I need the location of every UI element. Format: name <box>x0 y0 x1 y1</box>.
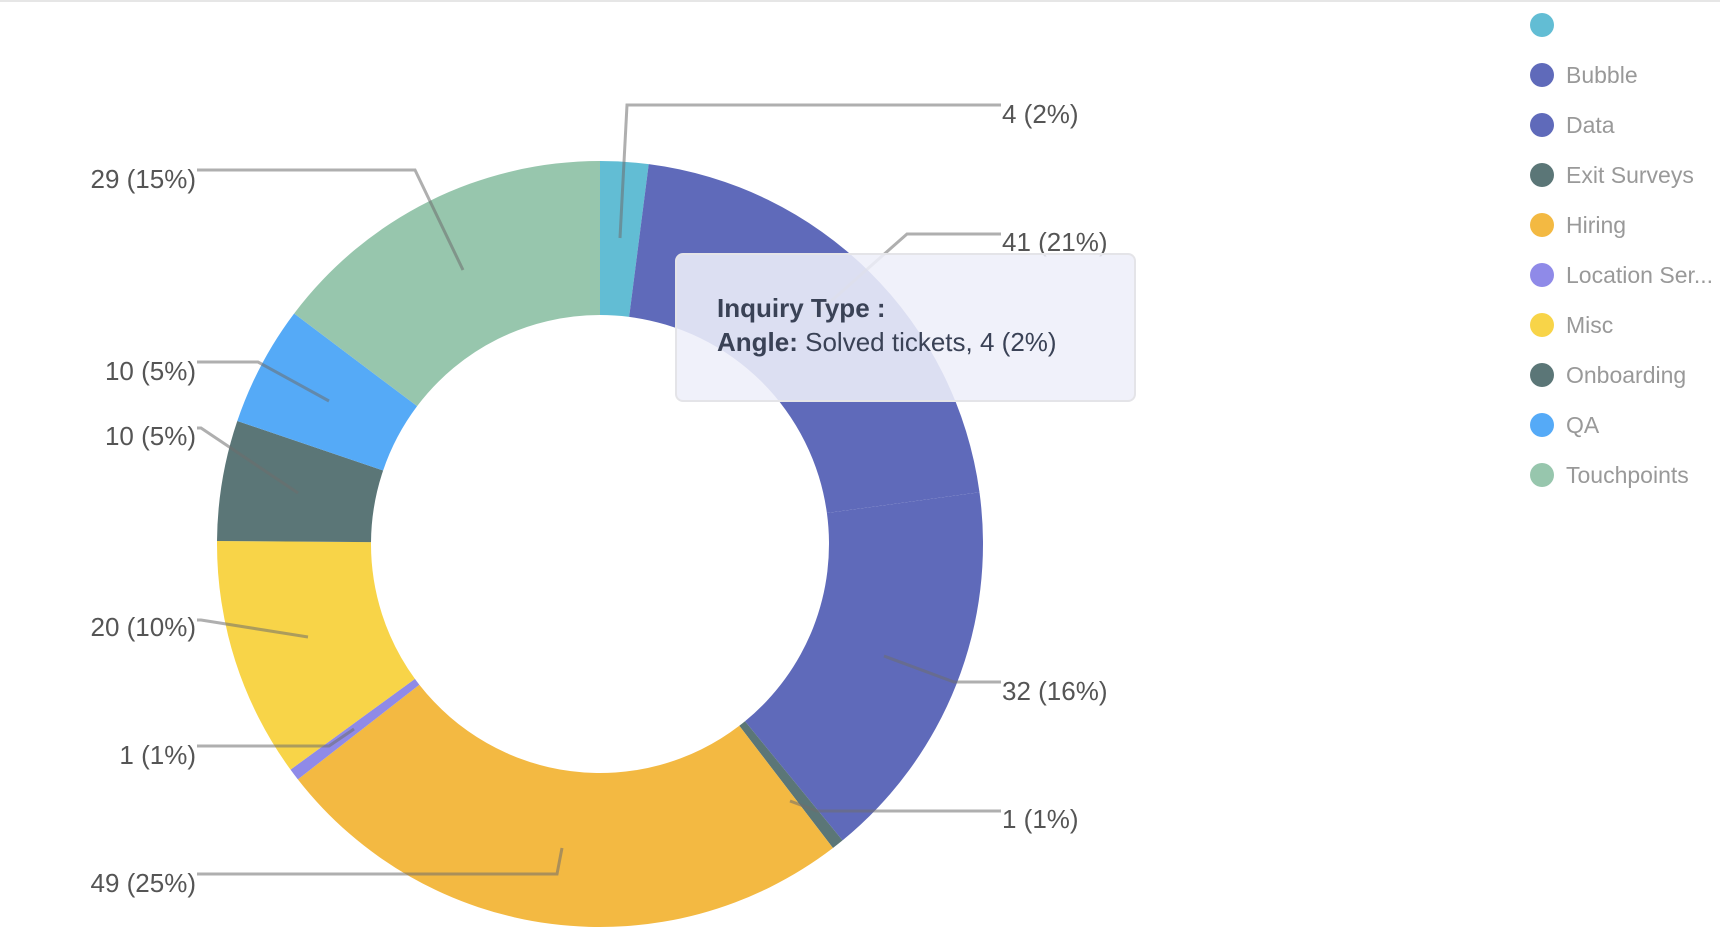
legend-item[interactable] <box>1530 13 1554 37</box>
legend-marker <box>1530 413 1554 437</box>
legend-item[interactable]: Misc <box>1530 312 1613 338</box>
legend-item[interactable]: Hiring <box>1530 212 1626 238</box>
legend-item[interactable]: Location Ser... <box>1530 262 1713 288</box>
legend-marker <box>1530 63 1554 87</box>
data-label: 1 (1%) <box>119 740 196 770</box>
tooltip: Inquiry Type : Angle: Solved tickets, 4 … <box>675 253 1136 402</box>
legend-marker <box>1530 363 1554 387</box>
legend-label: Onboarding <box>1566 362 1686 388</box>
legend-marker <box>1530 163 1554 187</box>
legend-item[interactable]: Exit Surveys <box>1530 162 1694 188</box>
legend-label: QA <box>1566 412 1600 438</box>
data-label: 4 (2%) <box>1002 99 1079 129</box>
legend-item[interactable]: Onboarding <box>1530 362 1686 388</box>
legend-label: Hiring <box>1566 212 1626 238</box>
data-label: 49 (25%) <box>91 868 197 898</box>
legend: Bubble Data Exit Surveys Hiring Location Ser… <box>1530 13 1713 488</box>
data-label: 29 (15%) <box>91 164 197 194</box>
data-label: 20 (10%) <box>91 612 197 642</box>
legend-item[interactable]: Data <box>1530 112 1615 138</box>
legend-label: Misc <box>1566 312 1613 338</box>
legend-marker <box>1530 13 1554 37</box>
legend-marker <box>1530 213 1554 237</box>
legend-label: Location Ser... <box>1566 262 1713 288</box>
legend-label: Touchpoints <box>1566 462 1689 488</box>
tooltip-title: Inquiry Type : <box>717 293 886 323</box>
legend-item[interactable]: Bubble <box>1530 62 1638 88</box>
tooltip-value: Solved tickets, 4 (2%) <box>805 327 1057 357</box>
data-label: 1 (1%) <box>1002 804 1079 834</box>
data-label: 10 (5%) <box>105 421 196 451</box>
legend-label: Data <box>1566 112 1615 138</box>
legend-marker <box>1530 113 1554 137</box>
legend-marker <box>1530 313 1554 337</box>
legend-label: Exit Surveys <box>1566 162 1694 188</box>
data-label: 10 (5%) <box>105 356 196 386</box>
legend-marker <box>1530 263 1554 287</box>
legend-marker <box>1530 463 1554 487</box>
legend-label: Bubble <box>1566 62 1638 88</box>
legend-item[interactable]: QA <box>1530 412 1600 438</box>
donut-chart: 4 (2%)41 (21%)32 (16%)1 (1%)49 (25%)1 (1… <box>91 13 1713 928</box>
legend-item[interactable]: Touchpoints <box>1530 462 1689 488</box>
tooltip-series-label: Angle: <box>717 327 798 357</box>
data-label: 32 (16%) <box>1002 676 1108 706</box>
